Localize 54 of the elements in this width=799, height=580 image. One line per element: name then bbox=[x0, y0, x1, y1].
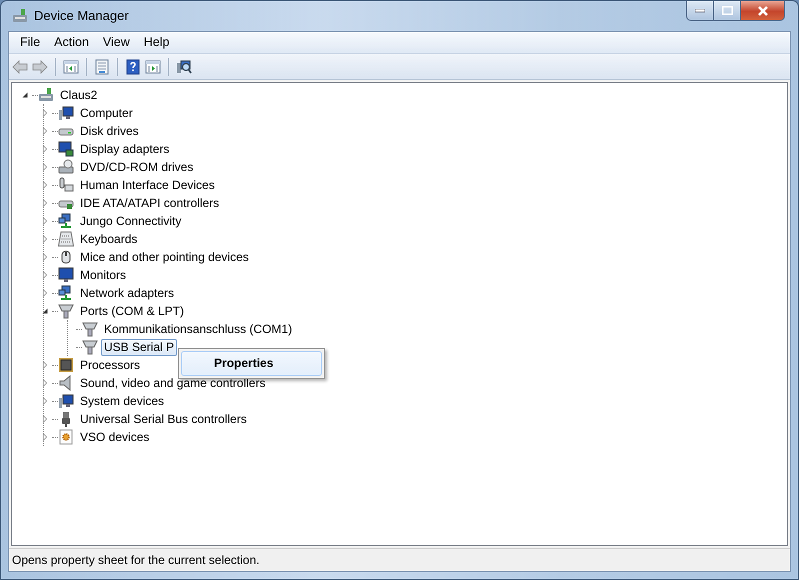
window-title: Device Manager bbox=[34, 7, 129, 26]
menu-item[interactable]: Help bbox=[136, 33, 176, 52]
tree-item[interactable]: DVD/CD-ROM drives bbox=[77, 158, 196, 176]
close-icon bbox=[756, 6, 768, 16]
help-icon[interactable] bbox=[125, 58, 141, 74]
maximize-icon bbox=[722, 6, 732, 15]
tree-item[interactable]: Display adapters bbox=[77, 140, 172, 158]
tree-item[interactable]: Keyboards bbox=[77, 230, 140, 248]
tree-item[interactable]: Disk drives bbox=[77, 122, 142, 140]
monitor-icon bbox=[58, 267, 74, 283]
menu-item[interactable]: View bbox=[96, 33, 137, 52]
port-icon bbox=[82, 339, 98, 355]
menu-item[interactable]: Properties bbox=[181, 350, 322, 376]
computer-icon bbox=[58, 105, 74, 121]
tree-item[interactable]: Ports (COM & LPT) bbox=[77, 302, 188, 320]
port-icon bbox=[82, 321, 98, 337]
tree-item[interactable]: Mice and other pointing devices bbox=[77, 248, 252, 266]
chip-icon bbox=[58, 357, 74, 373]
tree-item[interactable]: Sound, video and game controllers bbox=[77, 374, 268, 392]
status-text: Opens property sheet for the current selection. bbox=[12, 552, 260, 569]
computer-icon bbox=[38, 87, 54, 103]
expander-icon[interactable] bbox=[20, 90, 30, 100]
tree-item[interactable]: USB Serial P bbox=[101, 338, 178, 356]
tree-item[interactable]: VSO devices bbox=[77, 428, 152, 446]
window-icon bbox=[12, 8, 28, 24]
tree-item[interactable]: Kommunikationsanschluss (COM1) bbox=[101, 320, 296, 338]
optical-drive-icon bbox=[58, 159, 74, 175]
menu-item[interactable]: Action bbox=[47, 33, 96, 52]
port-icon bbox=[58, 303, 74, 319]
tree-item[interactable]: Universal Serial Bus controllers bbox=[77, 410, 250, 428]
tree-item[interactable]: System devices bbox=[77, 392, 168, 410]
tree-item[interactable]: Human Interface Devices bbox=[77, 176, 218, 194]
computer-icon bbox=[58, 393, 74, 409]
expander-icon[interactable] bbox=[40, 306, 50, 316]
tree-item[interactable]: Network adapters bbox=[77, 284, 178, 302]
pane-icon[interactable] bbox=[63, 58, 79, 74]
input-device-icon bbox=[58, 177, 74, 193]
tree-item[interactable]: IDE ATA/ATAPI controllers bbox=[77, 194, 222, 212]
minimize-button[interactable] bbox=[686, 1, 714, 21]
tree-item[interactable]: Processors bbox=[77, 356, 144, 374]
properties-icon[interactable] bbox=[94, 58, 110, 74]
pane-icon[interactable] bbox=[145, 58, 161, 74]
close-button[interactable] bbox=[741, 1, 785, 21]
tree-item[interactable]: Monitors bbox=[77, 266, 130, 284]
menu-item[interactable]: File bbox=[13, 33, 48, 52]
monitor-icon bbox=[58, 141, 74, 157]
network-icon bbox=[58, 213, 74, 229]
minimize-icon bbox=[695, 8, 705, 12]
tree-item[interactable]: Computer bbox=[77, 104, 136, 122]
maximize-button[interactable] bbox=[714, 1, 741, 21]
tree-item[interactable]: Claus2 bbox=[57, 86, 100, 104]
tree-item[interactable]: Jungo Connectivity bbox=[77, 212, 184, 230]
network-icon bbox=[58, 285, 74, 301]
scan-hardware-icon[interactable] bbox=[176, 58, 192, 74]
